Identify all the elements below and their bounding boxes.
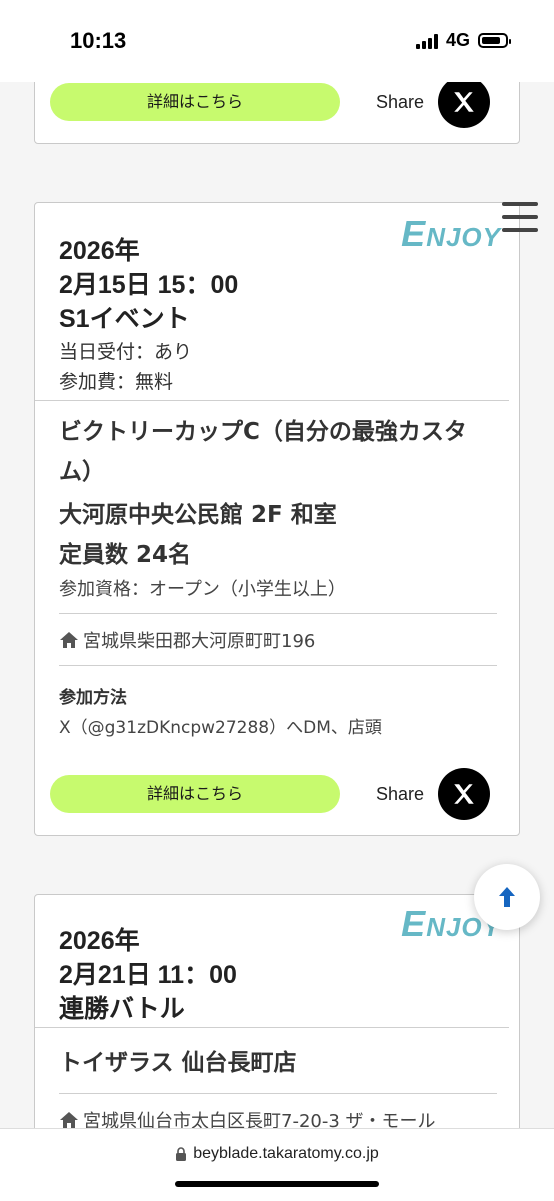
home-icon bbox=[60, 1112, 78, 1128]
lock-icon bbox=[176, 1146, 187, 1161]
menu-icon[interactable] bbox=[502, 202, 538, 232]
event-datetime: 2月21日 11：00 bbox=[59, 961, 237, 989]
same-day-registration: 当日受付：あり bbox=[59, 341, 193, 363]
home-icon bbox=[60, 632, 78, 648]
share-group: Share bbox=[376, 768, 491, 820]
address: 宮城県仙台市太白区長町7-20-3 ザ・モール bbox=[59, 1107, 436, 1128]
share-label: Share bbox=[376, 783, 425, 804]
browser-url-bar[interactable]: beyblade.takaratomy.co.jp bbox=[0, 1128, 554, 1201]
event-type: 連勝バトル bbox=[59, 995, 185, 1023]
url-display[interactable]: beyblade.takaratomy.co.jp bbox=[0, 1145, 554, 1163]
enjoy-badge: ENJOY bbox=[401, 213, 501, 254]
network-label: 4G bbox=[445, 30, 470, 50]
signal-icon bbox=[415, 33, 438, 49]
address: 宮城県柴田郡大河原町町196 bbox=[59, 627, 315, 653]
divider bbox=[59, 1093, 497, 1094]
status-indicators: 4G bbox=[415, 30, 511, 51]
divider bbox=[59, 665, 497, 666]
event-year: 2026年 bbox=[59, 927, 140, 955]
x-logo-icon bbox=[454, 784, 474, 804]
status-bar: 10:13 4G bbox=[0, 0, 554, 82]
x-logo-icon bbox=[454, 92, 474, 112]
home-indicator bbox=[175, 1181, 379, 1187]
event-card: 詳細はこちら Share bbox=[34, 82, 520, 144]
detail-button[interactable]: 詳細はこちら bbox=[50, 83, 340, 121]
event-year: 2026年 bbox=[59, 237, 140, 265]
url-text: beyblade.takaratomy.co.jp bbox=[193, 1145, 379, 1162]
divider bbox=[59, 613, 497, 614]
qualification: 参加資格：オープン（小学生以上） bbox=[59, 579, 346, 600]
scroll-top-button[interactable] bbox=[474, 864, 540, 930]
method-label: 参加方法 bbox=[59, 688, 127, 708]
event-type: S1イベント bbox=[59, 305, 190, 333]
x-share-button[interactable] bbox=[438, 768, 491, 820]
share-label: Share bbox=[376, 91, 425, 112]
event-name: ビクトリーカップC（自分の最強カスタム） bbox=[59, 419, 467, 485]
event-card: ENJOY 2026年 2月21日 11：00 連勝バトル トイザラス 仙台長町… bbox=[34, 894, 520, 1128]
share-group: Share bbox=[376, 82, 491, 128]
event-card: ENJOY 2026年 2月15日 15：00 S1イベント 当日受付：あり 参… bbox=[34, 202, 520, 836]
address-text: 宮城県仙台市太白区長町7-20-3 ザ・モール bbox=[83, 1111, 436, 1128]
divider bbox=[35, 1027, 509, 1028]
arrow-up-icon bbox=[499, 887, 515, 907]
method-text: X（@g31zDKncpw27288）へDM、店頭 bbox=[59, 718, 382, 738]
event-datetime: 2月15日 15：00 bbox=[59, 271, 239, 299]
battery-icon bbox=[478, 33, 511, 48]
venue: 大河原中央公民館 2F 和室 bbox=[59, 502, 337, 528]
entry-fee: 参加費：無料 bbox=[59, 371, 174, 393]
detail-button[interactable]: 詳細はこちら bbox=[50, 775, 340, 813]
divider bbox=[35, 400, 509, 401]
status-time: 10:13 bbox=[70, 28, 127, 53]
address-text: 宮城県柴田郡大河原町町196 bbox=[83, 631, 316, 652]
capacity: 定員数 24名 bbox=[59, 542, 192, 568]
venue: トイザラス 仙台長町店 bbox=[59, 1050, 297, 1076]
event-list[interactable]: 詳細はこちら Share ENJOY 2026年 2月15日 15：00 S1イ… bbox=[0, 82, 554, 1128]
x-share-button[interactable] bbox=[438, 82, 491, 128]
